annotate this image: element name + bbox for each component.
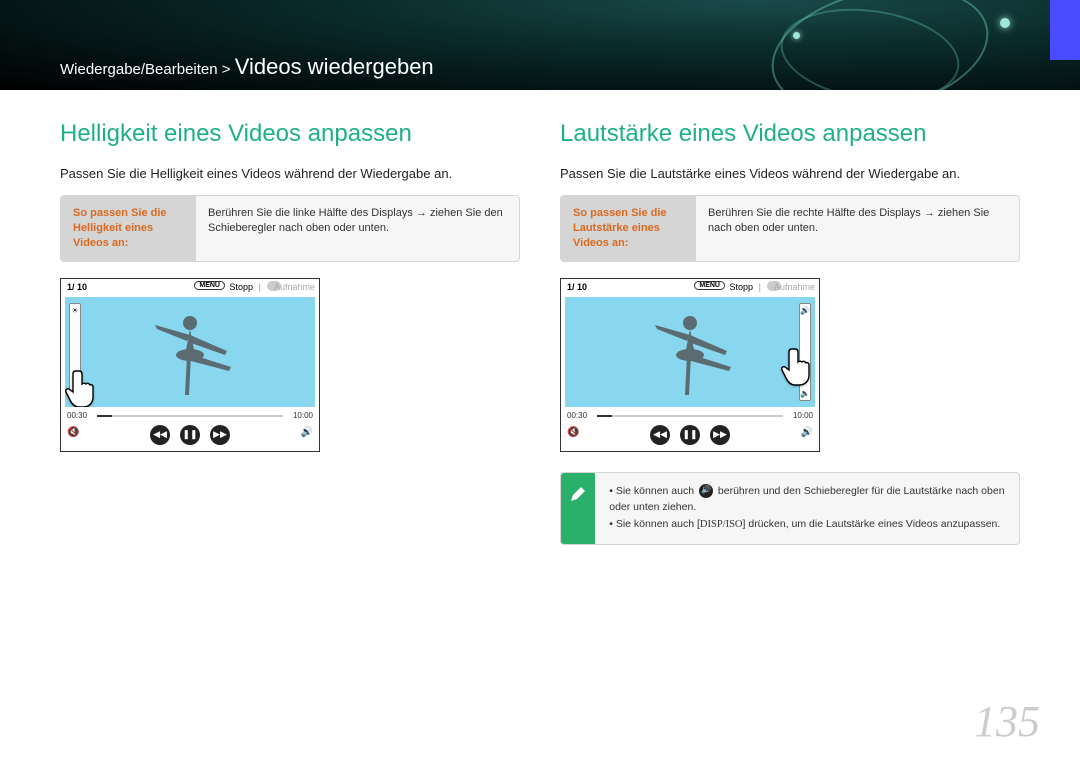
touch-hand-icon [777,343,815,387]
intro-text: Passen Sie die Lautstärke eines Videos w… [560,166,1020,181]
rewind-button[interactable]: ◀◀ [150,425,170,445]
player-controls: 🔇 ◀◀ ❚❚ ▶▶ 🔊 [61,421,319,451]
speaker-icon: 🔊 [699,484,713,498]
forward-button[interactable]: ▶▶ [210,425,230,445]
stop-label: Stopp [729,282,753,292]
instruction-text: Berühren Sie die rechte Hälfte des Displ… [696,196,1019,261]
instruction-box: So passen Sie die Lautstärke eines Video… [560,195,1020,262]
record-label: Aufnahme [274,282,315,292]
section-heading-volume: Lautstärke eines Videos anpassen [560,120,1020,148]
video-player-preview: 1/ 10 MENU Stopp | Aufnahme ☀ ☼ [60,278,320,452]
divider: | [259,282,261,292]
speaker-icon[interactable]: 🔊 [301,427,313,438]
volume-up-icon: 🔊 [800,306,810,315]
time-total: 10:00 [293,411,313,420]
menu-icon: MENU [694,281,725,290]
progress-bar[interactable]: 00:30 10:00 [67,411,313,421]
breadcrumb-title: Videos wiedergeben [235,54,434,79]
divider: | [759,282,761,292]
decorative-dot [793,32,800,39]
player-status-bar: 1/ 10 MENU Stopp | Aufnahme [561,279,819,297]
note-item: Sie können auch 🔊 berühren und den Schie… [609,483,1005,517]
note-text: Sie können auch 🔊 berühren und den Schie… [595,473,1019,544]
stop-label: Stopp [229,282,253,292]
menu-icon: MENU [194,281,225,290]
decorative-dot [1000,18,1010,28]
player-controls: 🔇 ◀◀ ❚❚ ▶▶ 🔊 [561,421,819,451]
instruction-box: So passen Sie die Helligkeit eines Video… [60,195,520,262]
player-status-bar: 1/ 10 MENU Stopp | Aufnahme [61,279,319,297]
progress-track[interactable] [597,415,783,417]
time-elapsed: 00:30 [567,411,587,420]
pause-button[interactable]: ❚❚ [180,425,200,445]
page-header: Wiedergabe/Bearbeiten > Videos wiedergeb… [0,0,1080,90]
dancer-silhouette [635,307,745,397]
disp-iso-label: DISP/ISO [700,519,743,530]
intro-text: Passen Sie die Helligkeit eines Videos w… [60,166,520,181]
column-volume: Lautstärke eines Videos anpassen Passen … [560,120,1020,545]
touch-hand-icon [65,365,105,407]
video-player-preview: 1/ 10 MENU Stopp | Aufnahme 🔊 🔈 [560,278,820,452]
time-elapsed: 00:30 [67,411,87,420]
note-box: Sie können auch 🔊 berühren und den Schie… [560,472,1020,545]
volume-down-icon: 🔈 [800,389,810,398]
header-accent [1050,0,1080,60]
note-item: Sie können auch [DISP/ISO] drücken, um d… [609,516,1005,534]
time-total: 10:00 [793,411,813,420]
breadcrumb: Wiedergabe/Bearbeiten > Videos wiedergeb… [60,54,434,80]
instruction-label: So passen Sie die Lautstärke eines Video… [561,196,696,261]
frame-counter: 1/ 10 [567,282,587,292]
instruction-label: So passen Sie die Helligkeit eines Video… [61,196,196,261]
progress-bar[interactable]: 00:30 10:00 [567,411,813,421]
page-number: 135 [974,696,1040,747]
forward-button[interactable]: ▶▶ [710,425,730,445]
column-brightness: Helligkeit eines Videos anpassen Passen … [60,120,520,545]
instruction-text: Berühren Sie die linke Hälfte des Displa… [196,196,519,261]
frame-counter: 1/ 10 [67,282,87,292]
speaker-icon[interactable]: 🔊 [801,427,813,438]
rewind-button[interactable]: ◀◀ [650,425,670,445]
dancer-silhouette [135,307,245,397]
speaker-mute-icon[interactable]: 🔇 [567,427,579,438]
player-viewport: ☀ ☼ [65,297,315,407]
pause-button[interactable]: ❚❚ [680,425,700,445]
progress-track[interactable] [97,415,283,417]
speaker-mute-icon[interactable]: 🔇 [67,427,79,438]
player-viewport: 🔊 🔈 [565,297,815,407]
record-label: Aufnahme [774,282,815,292]
breadcrumb-path: Wiedergabe/Bearbeiten > [60,61,231,78]
brightness-up-icon: ☀ [71,306,78,315]
pen-note-icon [561,473,595,544]
section-heading-brightness: Helligkeit eines Videos anpassen [60,120,520,148]
